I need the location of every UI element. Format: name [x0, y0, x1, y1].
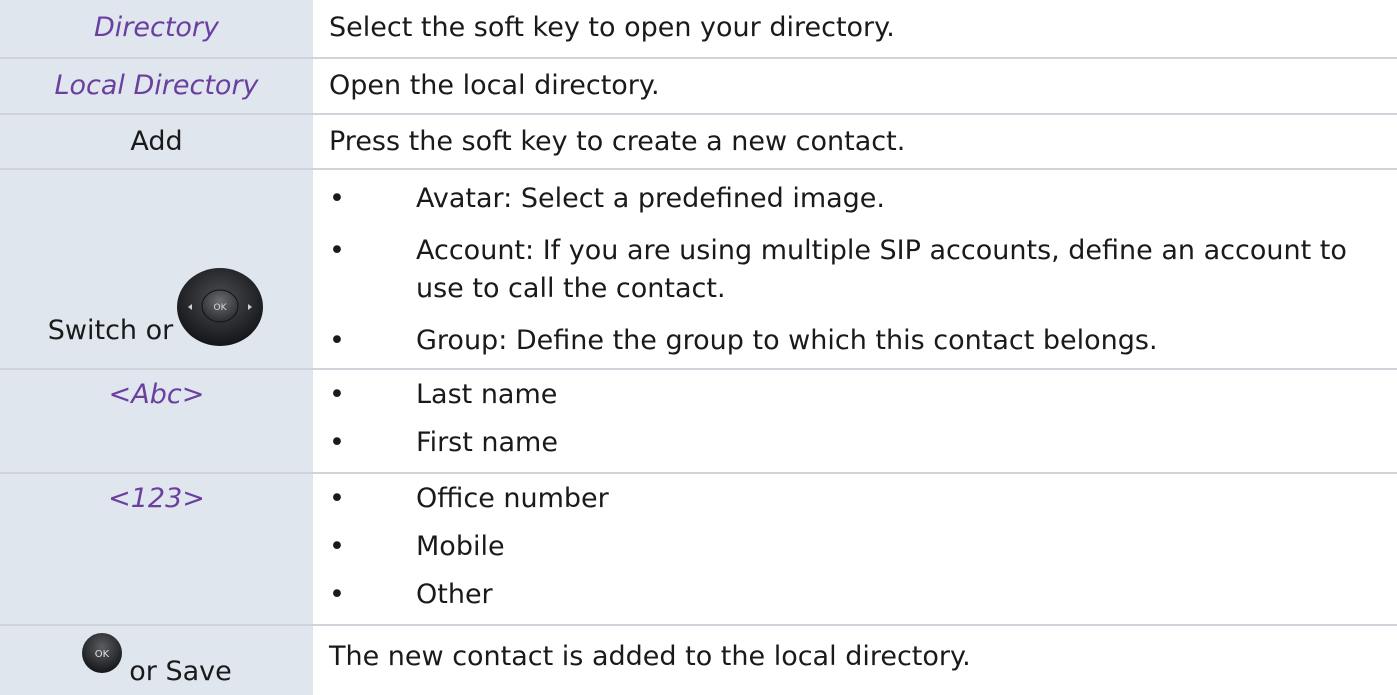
- key-cell: Add: [0, 114, 313, 170]
- list-item: • Office number: [329, 480, 1385, 518]
- description-cell: • Last name • First name: [313, 369, 1397, 474]
- list-item-text: Office number: [416, 483, 609, 514]
- ok-button-icon: OK: [82, 633, 123, 673]
- key-label-local-directory: Local Directory: [54, 70, 259, 101]
- table-row: Local Directory Open the local directory…: [0, 58, 1397, 115]
- description-cell: Select the soft key to open your directo…: [313, 0, 1397, 59]
- list-item-text: Avatar: Select a predefined image.: [416, 183, 885, 214]
- key-label-directory: Directory: [93, 12, 220, 43]
- list-item: • Last name: [329, 376, 1385, 414]
- description-text: Select the soft key to open your directo…: [329, 12, 895, 43]
- key-label-switch-or: Switch or: [47, 315, 174, 346]
- list-item-text: Other: [416, 579, 493, 610]
- key-cell: <Abc>: [0, 369, 313, 474]
- table-row: <123> • Office number • Mobile • Other: [0, 473, 1397, 626]
- key-label-or-save: or Save: [129, 656, 232, 687]
- list-item: • Account: If you are using multiple SIP …: [329, 232, 1385, 308]
- list-item-text: Group: Define the group to which this co…: [416, 325, 1158, 356]
- list-item: • Avatar: Select a predefined image.: [329, 180, 1385, 218]
- description-text: Press the soft key to create a new conta…: [329, 126, 906, 157]
- key-label-abc: <Abc>: [108, 379, 205, 410]
- list-item: • First name: [329, 424, 1385, 462]
- key-cell: Switch or OK: [0, 169, 313, 370]
- list-item: • Other: [329, 576, 1385, 614]
- bullet-icon: •: [329, 235, 345, 266]
- list-item: • Group: Define the group to which this c…: [329, 322, 1385, 360]
- list-item-text: First name: [416, 427, 558, 458]
- key-cell: Local Directory: [0, 58, 313, 115]
- description-cell: The new contact is added to the local di…: [313, 625, 1397, 695]
- key-cell: OK or Save: [0, 625, 313, 695]
- table-row: OK or Save The new contact is added to t…: [0, 625, 1397, 695]
- key-label-add: Add: [130, 126, 183, 157]
- bullet-icon: •: [329, 579, 345, 610]
- description-cell: • Office number • Mobile • Other: [313, 473, 1397, 626]
- nav-ok-label: OK: [214, 303, 228, 313]
- bullet-icon: •: [329, 483, 345, 514]
- bullet-icon: •: [329, 183, 345, 214]
- bullet-list: • Avatar: Select a predefined image. • Acc…: [329, 170, 1385, 368]
- bullet-icon: •: [329, 427, 345, 458]
- bullet-list: • Office number • Mobile • Other: [329, 474, 1385, 622]
- description-cell: Press the soft key to create a new conta…: [313, 114, 1397, 170]
- navigation-pad-ok-icon: OK: [177, 268, 264, 346]
- list-item-text: Mobile: [416, 531, 505, 562]
- description-cell: • Avatar: Select a predefined image. • Acc…: [313, 169, 1397, 370]
- bullet-icon: •: [329, 379, 345, 410]
- instruction-table: Directory Select the soft key to open yo…: [0, 0, 1397, 695]
- bullet-list: • Last name • First name: [329, 370, 1385, 470]
- key-cell: Directory: [0, 0, 313, 59]
- description-text: The new contact is added to the local di…: [329, 641, 971, 672]
- list-item-text: Account: If you are using multiple SIP a…: [416, 235, 1347, 304]
- ok-label: OK: [95, 649, 110, 660]
- table-row: <Abc> • Last name • First name: [0, 369, 1397, 474]
- list-item-text: Last name: [416, 379, 558, 410]
- key-cell: <123>: [0, 473, 313, 626]
- bullet-icon: •: [329, 531, 345, 562]
- table-row: Add Press the soft key to create a new c…: [0, 114, 1397, 170]
- description-cell: Open the local directory.: [313, 58, 1397, 115]
- key-label-123: <123>: [108, 483, 205, 514]
- description-text: Open the local directory.: [329, 70, 660, 101]
- table-row: Directory Select the soft key to open yo…: [0, 0, 1397, 59]
- list-item: • Mobile: [329, 528, 1385, 566]
- table-row: Switch or OK • Avatar: Select a predefin…: [0, 169, 1397, 370]
- bullet-icon: •: [329, 325, 345, 356]
